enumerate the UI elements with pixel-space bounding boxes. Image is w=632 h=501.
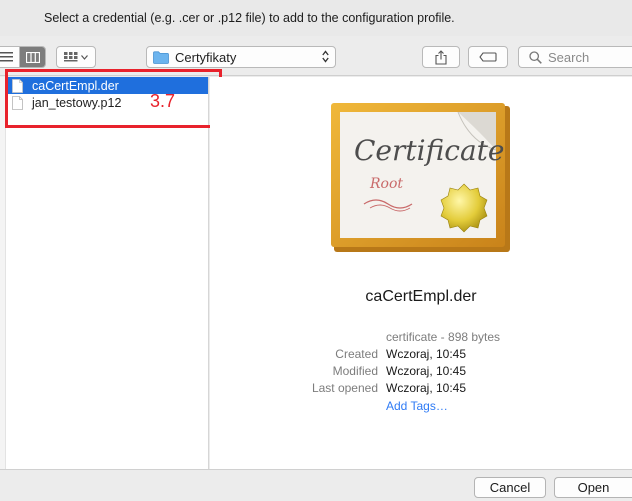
dialog-prompt: Select a credential (e.g. .cer or .p12 f… — [44, 11, 455, 25]
add-tags-link[interactable]: Add Tags… — [386, 399, 448, 413]
last-opened-value: Wczoraj, 10:45 — [386, 381, 467, 395]
file-list-column: caCertEmpl.der jan_testowy.p12 — [0, 77, 209, 469]
meta-row-last-opened: Last opened Wczoraj, 10:45 — [210, 381, 632, 397]
share-icon — [435, 49, 447, 65]
sidebar-edge — [0, 77, 6, 469]
created-value: Wczoraj, 10:45 — [386, 347, 467, 361]
file-kind-size: certificate - 898 bytes — [386, 330, 501, 344]
chevron-down-icon — [81, 54, 88, 60]
tags-button[interactable] — [468, 46, 508, 68]
list-view-icon — [0, 52, 13, 62]
meta-row-created: Created Wczoraj, 10:45 — [210, 347, 632, 363]
view-mode-segmented-control — [0, 46, 46, 68]
search-placeholder: Search — [548, 49, 590, 65]
created-label: Created — [335, 347, 378, 361]
certificate-icon: Certificate Root — [331, 103, 510, 252]
annotation-label: 3.7 — [150, 91, 176, 111]
arrange-button[interactable] — [56, 46, 96, 68]
preview-pane: Certificate Root caCertEmpl.der certific… — [210, 77, 632, 469]
search-icon — [529, 50, 542, 64]
certificate-title-text: Certificate — [354, 134, 504, 167]
open-button[interactable]: Open — [554, 477, 632, 498]
annotation-highlight-box — [5, 69, 222, 128]
current-folder-label: Certyfikaty — [175, 49, 237, 65]
tag-icon — [479, 52, 497, 62]
modified-value: Wczoraj, 10:45 — [386, 364, 467, 378]
meta-row-modified: Modified Wczoraj, 10:45 — [210, 364, 632, 380]
folder-icon — [153, 50, 169, 64]
dialog-button-bar: Cancel Open — [0, 469, 632, 501]
share-button[interactable] — [422, 46, 460, 68]
modified-label: Modified — [332, 364, 378, 378]
certificate-subtitle-text: Root — [369, 176, 403, 192]
dialog-title-bar: Select a credential (e.g. .cer or .p12 f… — [0, 0, 632, 36]
column-view-icon — [25, 51, 40, 63]
preview-file-name: caCertEmpl.der — [365, 288, 477, 305]
column-view-button[interactable] — [19, 47, 45, 67]
last-opened-label: Last opened — [311, 381, 378, 395]
list-view-button[interactable] — [0, 47, 19, 67]
cancel-button[interactable]: Cancel — [474, 477, 546, 498]
updown-arrows-icon — [322, 50, 329, 63]
search-field[interactable]: Search — [518, 46, 632, 68]
folder-path-popup[interactable]: Certyfikaty — [146, 46, 336, 68]
icon-grid-icon — [64, 51, 78, 61]
